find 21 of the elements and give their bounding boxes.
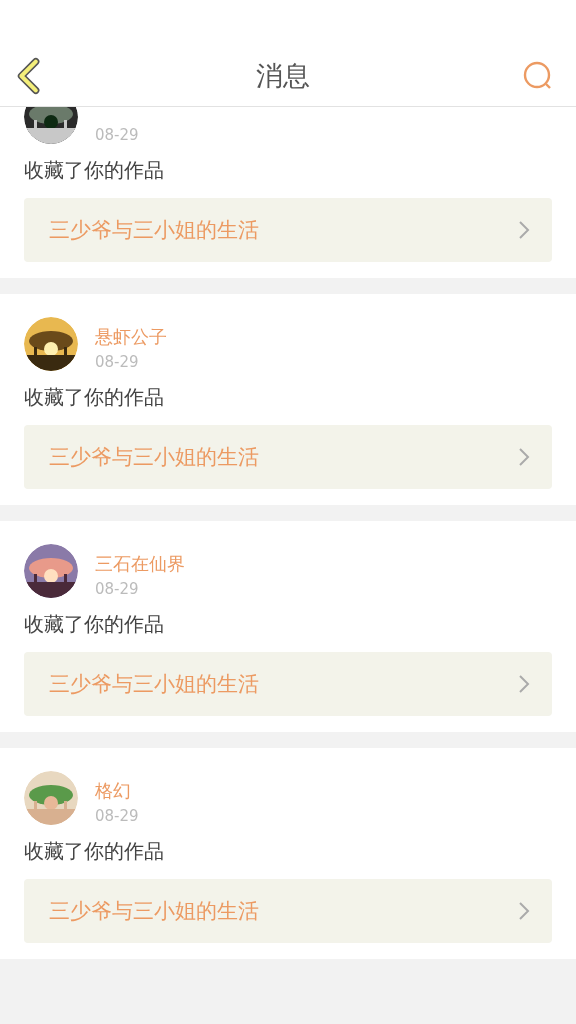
back-icon[interactable] (16, 56, 43, 96)
work-link[interactable]: 三少爷与三小姐的生活 (24, 198, 552, 262)
chevron-right-icon (518, 901, 530, 921)
user-name[interactable]: 三石在仙界 (95, 552, 185, 576)
message-date: 08-29 (95, 126, 139, 144)
chevron-right-icon (518, 447, 530, 467)
work-link[interactable]: 三少爷与三小姐的生活 (24, 425, 552, 489)
page-title: 消息 (255, 59, 310, 93)
message-text: 收藏了你的作品 (24, 838, 165, 865)
message-date: 08-29 (95, 580, 140, 598)
user-name[interactable]: 悬虾公子 (95, 325, 167, 349)
work-link[interactable]: 三少爷与三小姐的生活 (24, 652, 552, 716)
message-text: 收藏了你的作品 (24, 157, 165, 184)
chevron-right-icon (518, 674, 530, 694)
message-date: 08-29 (95, 353, 140, 371)
message-text: 收藏了你的作品 (24, 384, 165, 411)
message-date: 08-29 (95, 807, 139, 825)
message-text: 收藏了你的作品 (24, 611, 165, 638)
chevron-right-icon (518, 220, 530, 240)
user-name[interactable]: 格幻 (95, 779, 139, 803)
work-link[interactable]: 三少爷与三小姐的生活 (24, 879, 552, 943)
